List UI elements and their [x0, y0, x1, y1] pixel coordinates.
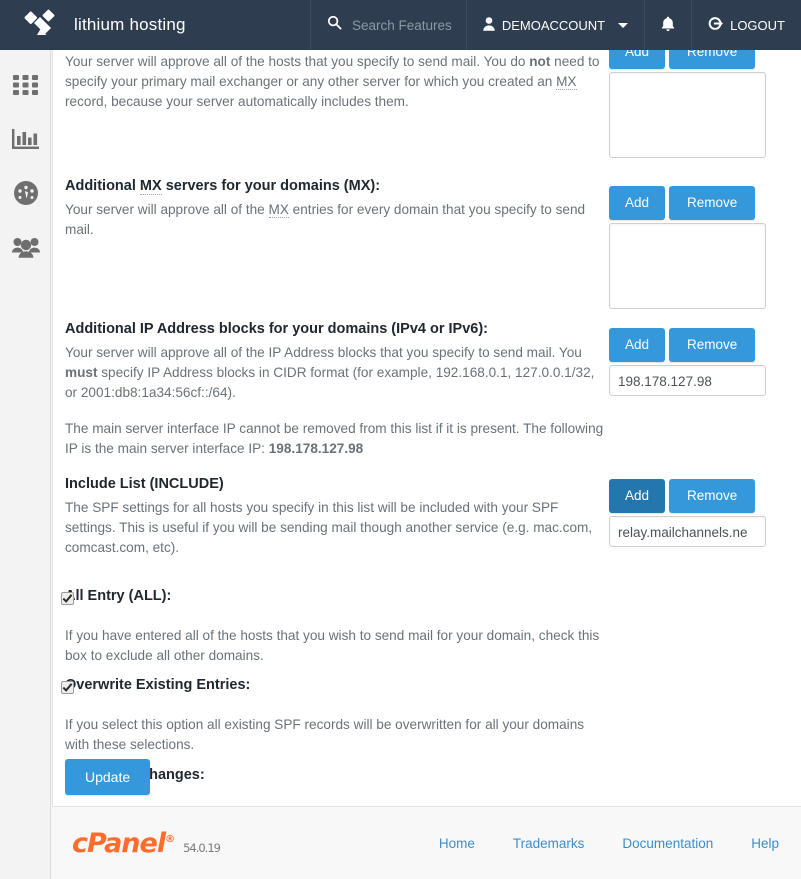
search-box[interactable]: Search Features — [311, 0, 466, 50]
section-ip-blocks: Additional IP Address blocks for your do… — [53, 321, 801, 476]
overwrite-description: If you select this option all existing S… — [65, 717, 585, 752]
mx-title: Additional MX servers for your domains (… — [65, 178, 610, 195]
hosts-desc-bold: not — [529, 54, 551, 69]
ip-note-address: 198.178.127.98 — [268, 441, 364, 456]
mx-text: Additional MX servers for your domains (… — [65, 178, 610, 240]
ip-desc-1: Your server will approve all of the IP A… — [65, 345, 582, 360]
search-icon — [327, 15, 342, 35]
update-button[interactable]: Update — [65, 759, 151, 795]
include-description: The SPF settings for all hosts you speci… — [65, 500, 593, 555]
mx-desc-abbr: MX — [268, 202, 289, 218]
ip-description: Your server will approve all of the IP A… — [65, 343, 610, 403]
gauge-icon — [13, 180, 39, 211]
overwrite-control — [61, 680, 243, 698]
include-buttons: Add Remove — [609, 479, 791, 513]
mx-title-2: servers for your domains (MX): — [161, 178, 381, 194]
ip-note: The main server interface IP cannot be r… — [65, 419, 610, 459]
section-mx: Additional MX servers for your domains (… — [53, 178, 801, 321]
section-hosts: Your server will approve all of the host… — [53, 35, 801, 178]
sidebar-item-users[interactable] — [0, 222, 51, 276]
include-listbox[interactable]: relay.mailchannels.ne — [609, 515, 766, 547]
lithium-logo-icon — [24, 7, 60, 43]
ip-controls: Add Remove 198.178.127.98 — [609, 328, 791, 396]
ip-text: Additional IP Address blocks for your do… — [65, 321, 610, 459]
ip-buttons: Add Remove — [609, 328, 791, 362]
section-include-list: Include List (INCLUDE) The SPF settings … — [53, 476, 801, 588]
mx-title-abbr: MX — [139, 178, 162, 195]
search-input[interactable]: Search Features — [352, 18, 452, 33]
include-add-button[interactable]: Add — [609, 479, 666, 513]
mx-controls: Add Remove — [609, 186, 791, 309]
registered-mark: ® — [165, 833, 175, 845]
cpanel-version: 54.0.19 — [183, 840, 221, 855]
logout-icon — [708, 16, 724, 34]
hosts-description: Your server will approve all of the host… — [65, 50, 610, 112]
page-footer: cPanel® 54.0.19 Home Trademarks Documenta… — [52, 806, 801, 879]
notifications-button[interactable] — [645, 0, 691, 50]
ip-add-button[interactable]: Add — [609, 328, 666, 362]
mx-desc-1: Your server will approve all of the — [65, 202, 269, 217]
footer-links: Home Trademarks Documentation Help — [401, 836, 801, 851]
sidebar-item-statistics[interactable] — [0, 114, 51, 168]
top-header: lithium hosting Search Features DEMOACCO… — [0, 0, 801, 50]
bell-icon — [661, 16, 675, 35]
footer-link-trademarks[interactable]: Trademarks — [513, 836, 585, 851]
account-label: DEMOACCOUNT — [501, 17, 606, 33]
brand-name: lithium hosting — [74, 15, 186, 34]
mx-add-button[interactable]: Add — [609, 186, 666, 220]
section-all-entry: All Entry (ALL): If you have entered all… — [53, 588, 801, 677]
ip-title: Additional IP Address blocks for your do… — [65, 321, 489, 337]
include-text: Include List (INCLUDE) The SPF settings … — [65, 476, 610, 558]
all-entry-control — [61, 591, 243, 609]
ip-listbox[interactable]: 198.178.127.98 — [609, 364, 766, 396]
sidebar-item-apps[interactable] — [0, 60, 51, 114]
overwrite-checkbox[interactable] — [61, 681, 74, 694]
account-menu[interactable]: DEMOACCOUNT — [467, 0, 644, 50]
list-item[interactable]: 198.178.127.98 — [618, 372, 757, 391]
mx-abbr: MX — [556, 74, 577, 90]
section-overwrite: Overwrite Existing Entries: If you selec… — [53, 677, 801, 767]
users-icon — [11, 236, 40, 263]
mx-listbox[interactable] — [609, 222, 766, 309]
footer-link-home[interactable]: Home — [439, 836, 475, 851]
user-icon — [483, 16, 495, 34]
chevron-down-icon — [618, 22, 629, 28]
mx-buttons: Add Remove — [609, 186, 791, 220]
spf-settings-form: Your server will approve all of the host… — [53, 35, 801, 837]
brand[interactable]: lithium hosting — [0, 0, 310, 50]
left-sidebar — [0, 50, 51, 879]
all-entry-description: If you have entered all of the hosts tha… — [65, 628, 600, 663]
include-controls: Add Remove relay.mailchannels.ne — [609, 479, 791, 547]
mx-remove-button[interactable]: Remove — [669, 186, 756, 220]
hosts-controls: Add Remove — [609, 35, 791, 158]
main-panel: Your server will approve all of the host… — [52, 35, 801, 879]
apps-grid-icon — [12, 74, 39, 100]
ip-desc-2: specify IP Address blocks in CIDR format… — [65, 365, 595, 400]
footer-link-documentation[interactable]: Documentation — [622, 836, 713, 851]
bar-chart-icon — [12, 127, 39, 156]
ip-desc-bold: must — [65, 365, 98, 380]
hosts-desc-1: Your server will approve all of the host… — [65, 54, 530, 69]
logout-button[interactable]: LOGOUT — [692, 0, 801, 50]
ip-remove-button[interactable]: Remove — [669, 328, 756, 362]
include-remove-button[interactable]: Remove — [669, 479, 756, 513]
cpanel-logo-text: cPanel — [72, 827, 166, 859]
include-title: Include List (INCLUDE) — [65, 476, 224, 492]
mx-title-1: Additional — [65, 178, 140, 194]
hosts-listbox[interactable] — [609, 71, 766, 158]
sidebar-item-dashboard[interactable] — [0, 168, 51, 222]
footer-link-help[interactable]: Help — [751, 836, 779, 851]
logout-label: LOGOUT — [730, 17, 785, 33]
cpanel-logo: cPanel® 54.0.19 — [72, 827, 221, 859]
all-entry-checkbox[interactable] — [61, 592, 74, 605]
list-item[interactable]: relay.mailchannels.ne — [618, 523, 757, 542]
mx-description: Your server will approve all of the MX e… — [65, 200, 610, 240]
save-control: Update — [65, 759, 247, 795]
hosts-desc-3: record, because your server automaticall… — [65, 94, 409, 109]
hosts-text: Your server will approve all of the host… — [65, 50, 610, 112]
